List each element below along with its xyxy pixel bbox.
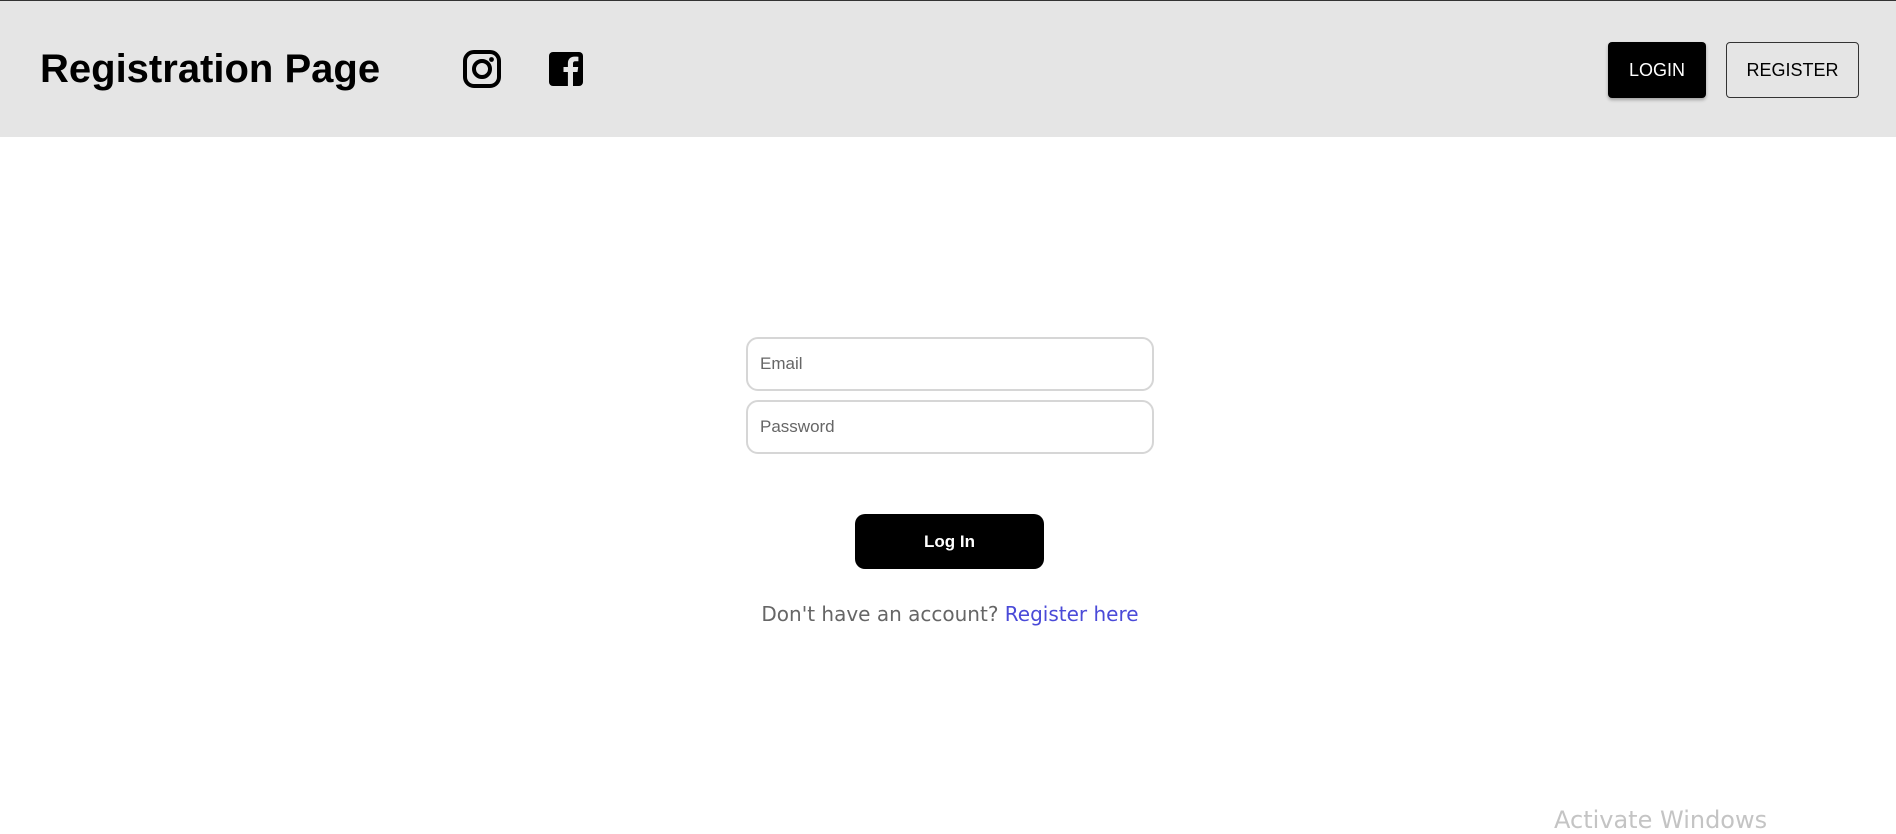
- login-submit-button[interactable]: Log In: [855, 514, 1044, 569]
- activate-windows-watermark: Activate Windows: [1554, 806, 1768, 834]
- page-title: Registration Page: [40, 47, 381, 91]
- signup-prompt-line: Don't have an account? Register here: [746, 600, 1154, 628]
- password-field[interactable]: [746, 400, 1154, 454]
- signup-prompt-text: Don't have an account?: [761, 602, 999, 626]
- instagram-icon[interactable]: [462, 49, 502, 89]
- site-header: Registration Page LOGIN REGISTER: [0, 1, 1896, 137]
- facebook-icon[interactable]: [546, 49, 586, 89]
- email-field[interactable]: [746, 337, 1154, 391]
- nav-register-button[interactable]: REGISTER: [1726, 42, 1859, 98]
- nav-login-button[interactable]: LOGIN: [1608, 42, 1706, 98]
- register-here-link[interactable]: Register here: [1005, 602, 1139, 626]
